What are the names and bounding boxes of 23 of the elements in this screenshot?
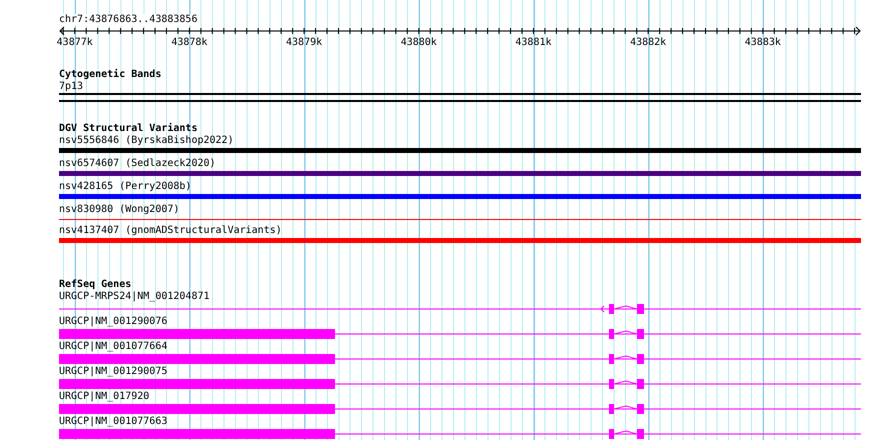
gene-label: URGCP|NM_001290076 — [59, 316, 168, 328]
gene-label: URGCP|NM_001290075 — [59, 366, 168, 378]
track-title: RefSeq Genes — [59, 279, 132, 291]
variant-label: nsv428165 (Perry2008b) — [59, 181, 192, 193]
tick-label: 43882k — [630, 37, 666, 48]
gene-label: URGCP|NM_001077663 — [59, 416, 168, 428]
track-title: Cytogenetic Bands — [59, 69, 162, 81]
gene-label: URGCP|NM_017920 — [59, 391, 150, 403]
location-label: chr7:43876863..43883856 — [59, 14, 198, 26]
tick-label: 43879k — [286, 37, 322, 48]
variant-label: nsv5556846 (ByrskaBishop2022) — [59, 135, 234, 147]
tick-label: 43881k — [515, 37, 552, 48]
gene-label: URGCP|NM_001077664 — [59, 341, 168, 353]
tick-label: 43883k — [744, 37, 781, 48]
tick-label: 43880k — [400, 37, 437, 48]
tick-label: 43878k — [171, 37, 208, 48]
variant-label: nsv830980 (Wong2007) — [59, 204, 180, 216]
variant-label: nsv6574607 (Sedlazeck2020) — [59, 158, 216, 170]
variant-label: nsv4137407 (gnomADStructuralVariants) — [59, 225, 282, 237]
tick-label: 43877k — [56, 37, 93, 48]
band-label: 7p13 — [59, 81, 84, 93]
track-title: DGV Structural Variants — [59, 123, 198, 135]
gene-label: URGCP-MRPS24|NM_001204871 — [59, 291, 210, 303]
